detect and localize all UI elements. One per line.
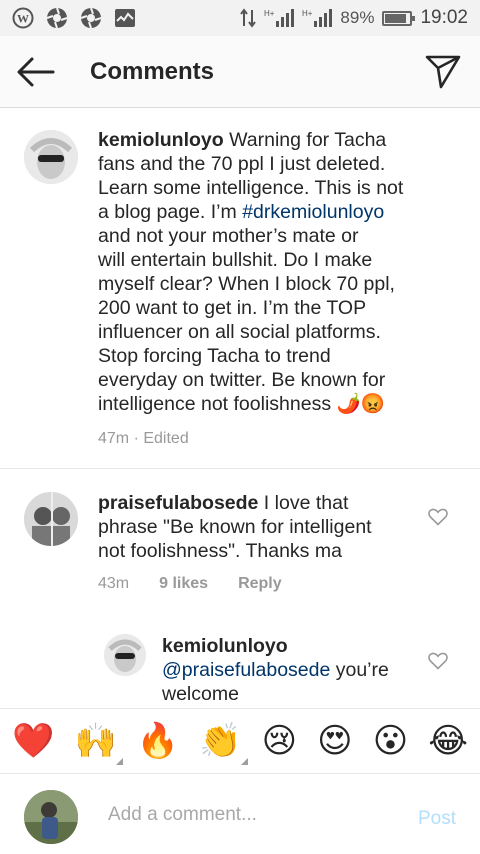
aperture-icon (46, 7, 68, 29)
comment-composer: Add a comment... Post (0, 774, 480, 854)
emoji-laughing[interactable]: 😂 (428, 721, 468, 761)
emoji-raised-hands[interactable]: 🙌 (74, 721, 123, 765)
avatar-image (24, 790, 78, 844)
heart-outline-icon (428, 508, 448, 526)
battery-fill (385, 13, 407, 23)
caption-comment: kemiolunloyo Warning for Tacha fans and … (0, 108, 480, 468)
battery-icon (382, 10, 416, 26)
hashtag-link[interactable]: #drkemiolunloyo (242, 201, 384, 223)
username[interactable]: kemiolunloyo (98, 129, 224, 151)
status-bar: W H+ H+ 89% 19:02 (0, 0, 480, 36)
comment-text: kemiolunloyo Warning for Tacha fans and … (98, 128, 458, 416)
back-button[interactable] (16, 54, 56, 90)
emoji-glyph: 🙌 (74, 721, 117, 761)
share-button[interactable] (424, 52, 462, 90)
comment-meta: 43m 9 likes Reply (98, 575, 282, 593)
wordpress-icon: W (12, 7, 34, 29)
emoji-heart-eyes[interactable]: 😍 (317, 721, 352, 761)
avatar[interactable] (104, 634, 146, 676)
like-comment-button[interactable] (428, 652, 448, 670)
timestamp: 43m (98, 575, 130, 592)
network-type-label: H+ (264, 9, 275, 18)
clock: 19:02 (420, 7, 468, 28)
emoji-clapping[interactable]: 👏 (199, 721, 248, 765)
back-arrow-icon (17, 57, 55, 87)
timestamp-edited: 47m · Edited (98, 430, 189, 447)
username[interactable]: praisefulabosede (98, 492, 258, 514)
post-button[interactable]: Post (418, 808, 456, 830)
like-comment-button[interactable] (428, 508, 448, 526)
send-icon (425, 55, 461, 89)
avatar-image (104, 634, 146, 676)
signal-icon: H+ (264, 9, 295, 27)
heart-outline-icon (428, 652, 448, 670)
avatar-image (24, 492, 78, 546)
comment-item: praisefulabosede I love that phrase "Be … (0, 480, 480, 610)
likes-count[interactable]: 9 likes (159, 575, 208, 593)
status-right: H+ H+ 89% 19:02 (240, 0, 468, 36)
username[interactable]: kemiolunloyo (162, 635, 288, 657)
emoji-crying[interactable]: 😢 (262, 721, 297, 761)
comment-body: and not your mother’s mate or will enter… (98, 225, 395, 415)
activity-icon (114, 7, 136, 29)
signal-icon: H+ (302, 9, 333, 27)
header-bar: Comments (0, 36, 480, 108)
mention-link[interactable]: @praisefulabosede (162, 659, 330, 681)
comment-text: kemiolunloyo @praisefulabosede you’re we… (162, 634, 422, 706)
page-title: Comments (90, 58, 215, 85)
avatar[interactable] (24, 492, 78, 546)
emoji-surprised[interactable]: 😮 (373, 721, 408, 761)
comment-text: praisefulabosede I love that phrase "Be … (98, 491, 418, 563)
skin-tone-indicator (115, 758, 123, 765)
data-transfer-icon (240, 8, 257, 28)
avatar-image (24, 130, 78, 184)
reply-item: kemiolunloyo @praisefulabosede you’re we… (0, 620, 480, 708)
emoji-quick-bar: ❤️ 🙌 🔥 👏 😢 😍 😮 😂 (0, 708, 480, 774)
battery-percent: 89% (340, 8, 375, 27)
skin-tone-indicator (240, 758, 248, 765)
aperture-icon (80, 7, 102, 29)
avatar[interactable] (24, 130, 78, 184)
emoji-glyph: 👏 (199, 721, 242, 761)
divider (0, 468, 480, 469)
svg-text:W: W (17, 12, 29, 26)
emoji-heart[interactable]: ❤️ (12, 721, 54, 761)
notification-icons: W (12, 7, 136, 29)
current-user-avatar (24, 790, 78, 844)
network-type-label: H+ (302, 9, 313, 18)
emoji-fire[interactable]: 🔥 (137, 721, 179, 761)
comment-meta: 47m · Edited (98, 430, 189, 448)
reply-button[interactable]: Reply (238, 575, 282, 593)
comment-input[interactable]: Add a comment... (108, 804, 257, 826)
